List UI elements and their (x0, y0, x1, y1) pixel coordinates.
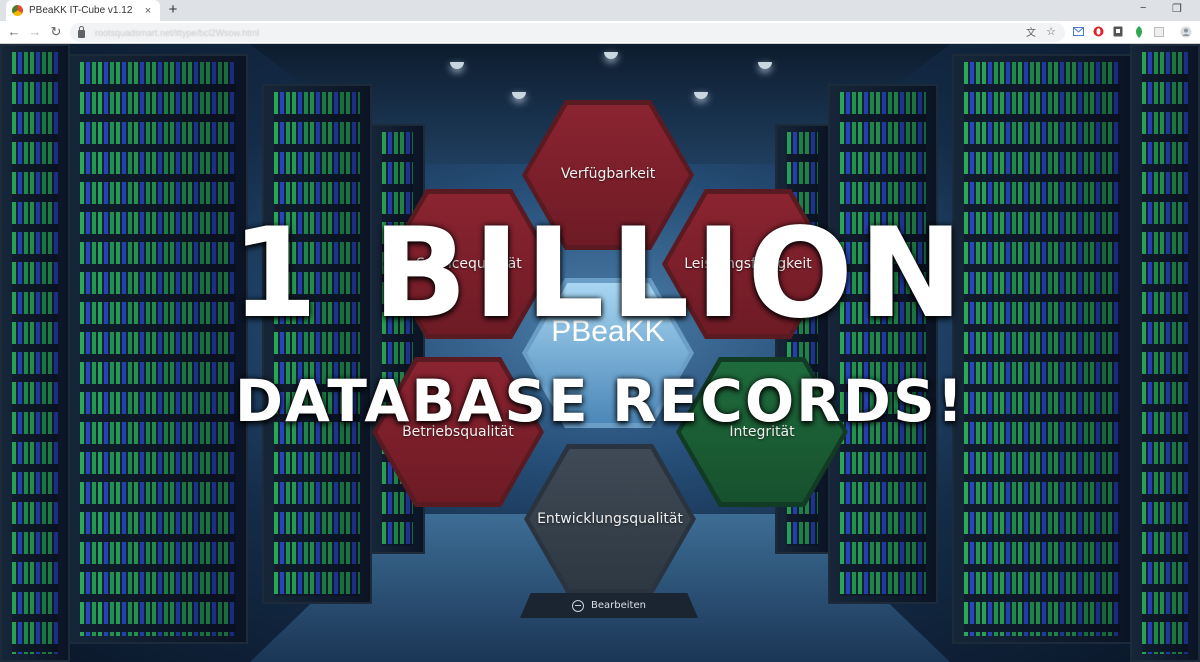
extension-mail-icon[interactable] (1072, 25, 1084, 38)
browser-tabstrip: PBeaKK IT-Cube v1.12 × + − ❐ (0, 0, 1200, 21)
address-bar[interactable]: rootsquadsmart.net/ittype/bcl2Wsow.html (70, 23, 1065, 42)
edit-button[interactable]: Bearbeiten (520, 593, 698, 618)
app-favicon-icon (12, 5, 23, 16)
edit-button-label: Bearbeiten (591, 600, 646, 611)
hex-label: Verfügbarkeit (560, 166, 656, 182)
forward-icon[interactable]: → (28, 24, 42, 40)
overlay-subheadline: DATABASE RECORDS! (234, 367, 966, 435)
bookmark-star-icon[interactable]: ☆ (1045, 25, 1057, 38)
reload-icon[interactable]: ↻ (49, 24, 63, 40)
extension-shield-icon[interactable] (1112, 25, 1124, 38)
extension-blank-icon[interactable] (1153, 25, 1165, 38)
extension-leaf-icon[interactable] (1133, 25, 1145, 38)
tab-title: PBeaKK IT-Cube v1.12 (29, 5, 133, 16)
server-rack-left-outer (0, 44, 70, 662)
translate-icon[interactable]: 文 (1025, 25, 1037, 39)
extension-opera-icon[interactable] (1092, 25, 1104, 38)
window-restore-icon[interactable]: ❐ (1172, 2, 1182, 15)
edit-icon (572, 599, 585, 612)
new-tab-button[interactable]: + (166, 2, 180, 18)
server-rack-left (68, 54, 248, 644)
overlay-headline: 1 BILLION (231, 202, 969, 346)
server-rack-right (952, 54, 1132, 644)
lock-icon (78, 26, 85, 38)
browser-toolbar: ← → ↻ rootsquadsmart.net/ittype/bcl2Wsow… (0, 21, 1200, 44)
window-minimize-icon[interactable]: − (1140, 2, 1146, 14)
tab-close-icon[interactable]: × (142, 5, 154, 17)
url-text: rootsquadsmart.net/ittype/bcl2Wsow.html (95, 27, 260, 38)
app-viewport: Verfügbarkeit Servicequalität Leistungsf… (0, 44, 1200, 662)
back-icon[interactable]: ← (7, 24, 21, 40)
profile-avatar-icon[interactable] (1180, 25, 1192, 38)
server-rack-right-outer (1130, 44, 1200, 662)
hex-label: Entwicklungsqualität (537, 511, 683, 527)
browser-tab[interactable]: PBeaKK IT-Cube v1.12 × (6, 0, 160, 21)
